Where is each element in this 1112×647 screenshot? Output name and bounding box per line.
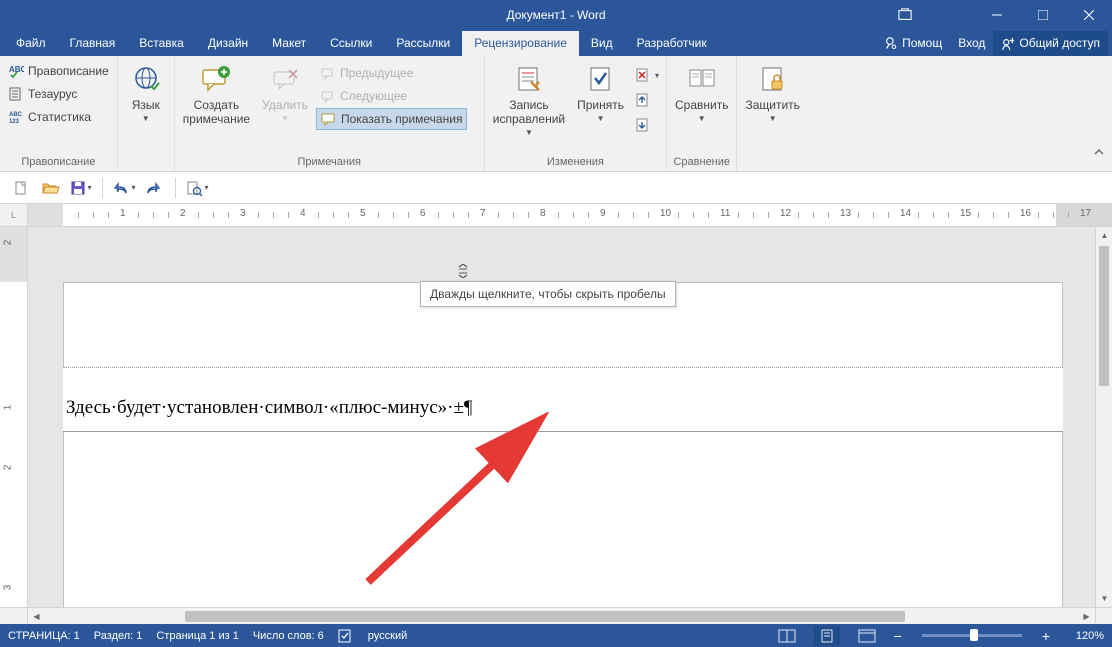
svg-text:123: 123 [9,119,20,125]
ribbon-tab-strip: Файл Главная Вставка Дизайн Макет Ссылки… [0,29,1112,56]
scroll-up-icon[interactable]: ▲ [1096,227,1112,244]
window-controls [974,0,1112,29]
tab-layout[interactable]: Макет [260,31,318,56]
collapse-ribbon-icon[interactable] [1088,141,1110,163]
chevron-down-icon: ▼ [142,114,150,123]
previous-comment-button: Предыдущее [316,62,468,84]
share-button[interactable]: Общий доступ [993,31,1108,56]
tell-me[interactable]: Помощ [877,31,950,56]
protect-button[interactable]: Защитить ▼ [741,60,803,142]
previous-change-button[interactable] [632,89,662,111]
minimize-button[interactable] [974,0,1020,29]
tooltip-hide-whitespace: Дважды щелкните, чтобы скрыть пробелы [420,281,676,307]
thesaurus-button[interactable]: Тезаурус [4,83,113,105]
spellcheck-button[interactable]: ABC Правописание [4,60,113,82]
hide-whitespace-handle[interactable] [456,263,470,279]
zoom-level[interactable]: 120% [1064,630,1104,642]
delete-comment-button: Удалить ▼ [258,60,312,142]
status-spellcheck-icon[interactable] [338,629,354,643]
ribbon: ABC Правописание Тезаурус ABC123 Статист… [0,56,1112,172]
view-print-layout-icon[interactable] [814,626,840,646]
group-tracking: Запись исправлений ▼ Принять ▼ ▾ [485,56,667,171]
group-protect: Защитить ▼ [737,56,807,171]
quick-access-toolbar: ▾ ▾ ▾ [0,172,1112,204]
accept-button[interactable]: Принять ▼ [573,60,628,142]
save-icon[interactable]: ▾ [68,175,94,201]
group-language: Язык ▼ [118,56,175,171]
status-bar: СТРАНИЦА: 1 Раздел: 1 Страница 1 из 1 Чи… [0,624,1112,647]
svg-text:ABC: ABC [9,112,23,118]
view-web-layout-icon[interactable] [854,626,880,646]
group-proofing: ABC Правописание Тезаурус ABC123 Статист… [0,56,118,171]
signin[interactable]: Вход [950,31,993,56]
tab-view[interactable]: Вид [579,31,625,56]
new-doc-icon[interactable] [8,175,34,201]
horizontal-scrollbar[interactable]: ◀ ▶ [0,607,1112,624]
status-section[interactable]: Раздел: 1 [94,630,143,642]
tab-mailings[interactable]: Рассылки [384,31,462,56]
tab-file[interactable]: Файл [4,31,58,56]
group-label-proofing: Правописание [4,155,113,171]
show-comments-button[interactable]: Показать примечания [316,108,468,130]
page [63,282,1063,607]
chevron-down-icon: ▼ [525,128,533,137]
undo-icon[interactable]: ▾ [111,175,137,201]
horizontal-ruler[interactable]: L 1234567891011121314151617 [0,204,1112,227]
compare-button[interactable]: Сравнить ▼ [671,60,732,142]
chevron-down-icon: ▼ [597,114,605,123]
ribbon-display-options[interactable] [882,0,928,29]
group-label-tracking: Изменения [489,155,662,171]
document-canvas[interactable]: Здесь·будет·установлен·символ·«плюс-мину… [28,227,1095,607]
group-compare: Сравнить ▼ Сравнение [667,56,737,171]
track-changes-button[interactable]: Запись исправлений ▼ [489,60,569,142]
window-title: Документ1 - Word [506,8,605,22]
reject-button[interactable]: ▾ [632,64,662,86]
chevron-down-icon: ▼ [281,114,289,123]
view-read-mode-icon[interactable] [774,626,800,646]
close-button[interactable] [1066,0,1112,29]
scroll-down-icon[interactable]: ▼ [1096,590,1112,607]
group-label-comments: Примечания [179,155,480,171]
new-comment-button[interactable]: Создать примечание [179,60,254,142]
chevron-down-icon: ▼ [698,114,706,123]
status-page[interactable]: СТРАНИЦА: 1 [8,630,80,642]
status-page-of[interactable]: Страница 1 из 1 [156,630,238,642]
vertical-ruler[interactable]: 2 1 2 3 [0,227,28,607]
vertical-scrollbar[interactable]: ▲ ▼ [1095,227,1112,607]
maximize-button[interactable] [1020,0,1066,29]
zoom-in-button[interactable]: + [1042,628,1050,644]
tab-design[interactable]: Дизайн [196,31,260,56]
status-words[interactable]: Число слов: 6 [253,630,324,642]
document-text[interactable]: Здесь·будет·установлен·символ·«плюс-мину… [66,397,473,419]
language-button[interactable]: Язык ▼ [122,60,170,142]
chevron-down-icon: ▼ [769,114,777,123]
zoom-out-button[interactable]: − [894,628,902,644]
next-comment-button: Следующее [316,85,468,107]
title-bar: Документ1 - Word [0,0,1112,29]
scroll-left-icon[interactable]: ◀ [28,608,45,625]
tab-insert[interactable]: Вставка [127,31,196,56]
tab-references[interactable]: Ссылки [318,31,384,56]
next-change-button[interactable] [632,114,662,136]
open-icon[interactable] [38,175,64,201]
tab-developer[interactable]: Разработчик [625,31,719,56]
redo-icon[interactable] [141,175,167,201]
scroll-right-icon[interactable]: ▶ [1078,608,1095,625]
tab-selector[interactable]: L [0,204,28,226]
print-preview-icon[interactable]: ▾ [184,175,210,201]
tab-review[interactable]: Рецензирование [462,31,579,56]
wordcount-button[interactable]: ABC123 Статистика [4,106,113,128]
status-language[interactable]: русский [368,630,407,642]
tab-home[interactable]: Главная [58,31,128,56]
group-comments: Создать примечание Удалить ▼ Предыдущее … [175,56,485,171]
group-label-compare: Сравнение [671,155,732,171]
